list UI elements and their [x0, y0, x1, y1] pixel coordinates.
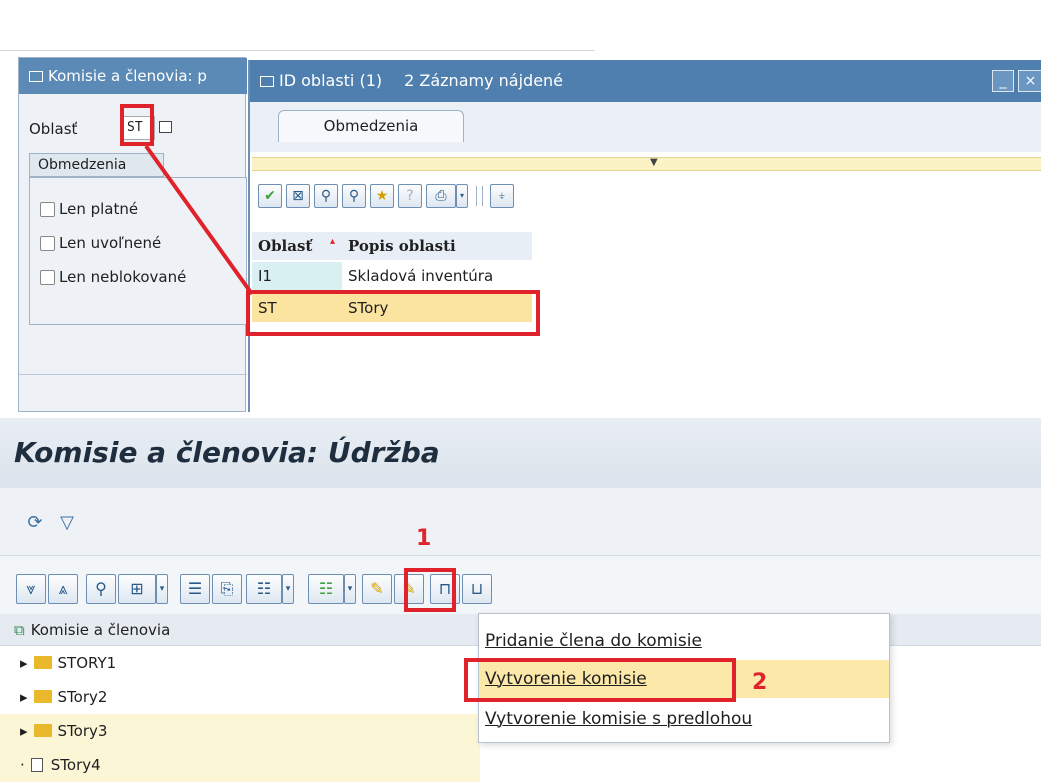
- dropdown-arrow-icon[interactable]: ▾: [282, 574, 294, 604]
- create-icon[interactable]: ☷: [308, 574, 344, 604]
- dropdown-arrow-icon[interactable]: ▾: [156, 574, 168, 604]
- dropdown-arrow-icon[interactable]: ▾: [344, 574, 356, 604]
- folder-icon: [33, 656, 52, 669]
- step-number-2: 2: [752, 670, 768, 695]
- menu-item-add-member[interactable]: Pridanie člena do komisie: [479, 622, 889, 660]
- wizard-icon[interactable]: ✎: [362, 574, 392, 604]
- tree-node[interactable]: · STory4: [0, 748, 480, 782]
- highlight-menu-item: [464, 658, 736, 702]
- page-title: Komisie a členovia: Údržba: [14, 436, 440, 469]
- unlock-icon[interactable]: ⊔: [462, 574, 492, 604]
- page-header: Komisie a členovia: Údržba: [0, 418, 1041, 488]
- expand-all-icon[interactable]: ⩔: [16, 574, 46, 604]
- delete-member-icon[interactable]: ☷: [246, 574, 282, 604]
- folder-icon: [33, 690, 52, 703]
- top-screenshot: Komisie a členovia: p Oblasť ST Obmedzen…: [0, 0, 1041, 412]
- tree-node-label: STory3: [57, 722, 108, 740]
- details-icon[interactable]: ☰: [180, 574, 210, 604]
- document-icon: [30, 757, 43, 772]
- collapse-all-icon[interactable]: ⩓: [48, 574, 78, 604]
- hierarchy-icon: ⧉: [14, 621, 25, 639]
- layout-icon[interactable]: ⊞: [118, 574, 156, 604]
- refresh-icon[interactable]: ⟳: [24, 512, 46, 534]
- tree-list: ▸ STORY1 ▸ STory2 ▸ STory3 · STory4: [0, 646, 480, 782]
- menu-item-create-with-template[interactable]: Vytvorenie komisie s predlohou: [479, 700, 889, 738]
- tree-node[interactable]: ▸ STory2: [0, 680, 480, 714]
- change-icon[interactable]: ⎘: [212, 574, 242, 604]
- tree-node[interactable]: ▸ STORY1: [0, 646, 480, 680]
- find-icon[interactable]: ⚲: [86, 574, 116, 604]
- tree-node-label: STory4: [50, 756, 101, 774]
- tree-header-label: Komisie a členovia: [30, 621, 171, 639]
- tree-node[interactable]: ▸ STory3: [0, 714, 480, 748]
- tree-node-label: STORY1: [57, 654, 117, 672]
- folder-icon: [33, 724, 52, 737]
- highlight-create-button: [404, 568, 456, 612]
- filter-icon[interactable]: ▽: [56, 512, 78, 534]
- connector-line: [144, 144, 254, 296]
- application-toolbar: ⟳ ▽: [0, 488, 1041, 556]
- tree-node-label: STory2: [57, 688, 108, 706]
- step-number-1: 1: [416, 526, 432, 551]
